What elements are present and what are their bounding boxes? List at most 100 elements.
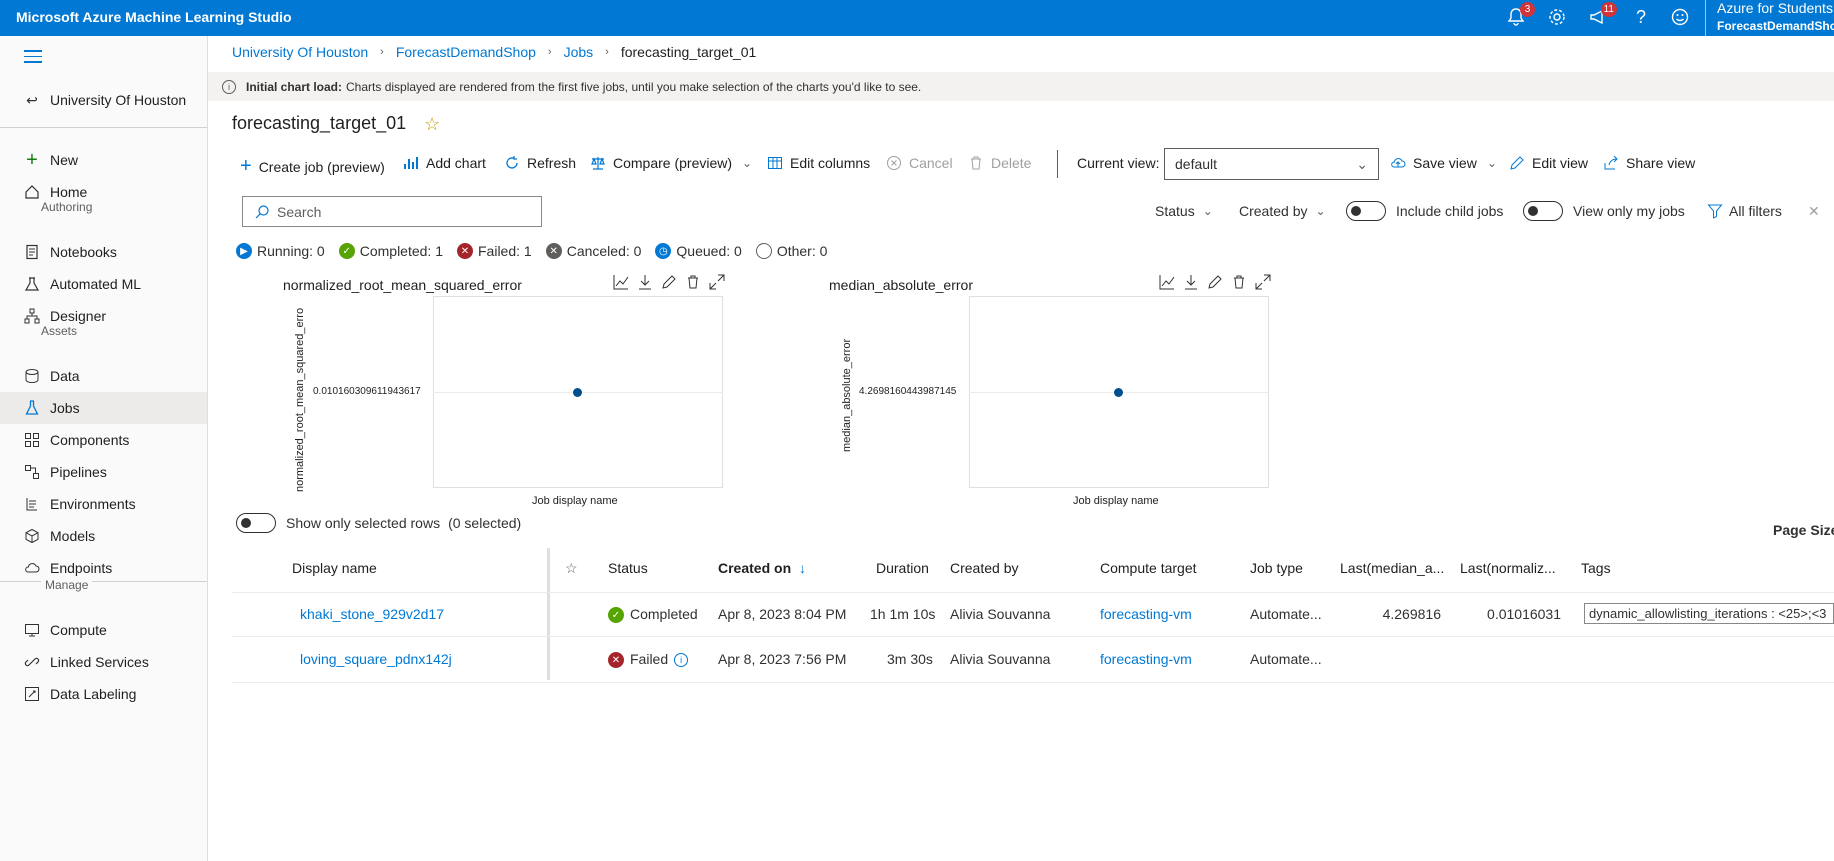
toggle-switch[interactable] (1346, 201, 1386, 221)
sidebar-divider (0, 127, 207, 128)
app-title[interactable]: Microsoft Azure Machine Learning Studio (16, 9, 292, 25)
refresh-button[interactable]: Refresh (504, 155, 576, 171)
sidebar-item-jobs[interactable]: Jobs (0, 392, 207, 424)
sidebar-item-new[interactable]: + New (0, 144, 207, 176)
job-duration: 1h 1m 10s (870, 606, 936, 622)
breadcrumb-workspace-link[interactable]: University Of Houston (232, 44, 368, 60)
sidebar-item-data[interactable]: Data (0, 360, 207, 392)
sidebar-item-notebooks[interactable]: Notebooks (0, 236, 207, 268)
settings-gear-icon[interactable] (1547, 7, 1569, 29)
column-header-job-type[interactable]: Job type (1250, 560, 1303, 576)
column-header-duration[interactable]: Duration (876, 560, 929, 576)
view-only-my-jobs-toggle[interactable]: View only my jobs (1523, 201, 1685, 221)
expand-icon[interactable] (709, 274, 725, 290)
toggle-switch[interactable] (1523, 201, 1563, 221)
table-row[interactable]: khaki_stone_929v2d17 ✓ Completed Apr 8, 2… (232, 592, 1834, 637)
info-icon[interactable]: i (674, 653, 689, 668)
status-other[interactable]: Other: 0 (755, 243, 827, 259)
pencil-icon[interactable] (1207, 274, 1223, 290)
download-icon[interactable] (637, 274, 653, 290)
all-filters-button[interactable]: All filters (1707, 203, 1782, 219)
column-header-compute-target[interactable]: Compute target (1100, 560, 1197, 576)
compute-target-link[interactable]: forecasting-vm (1100, 606, 1192, 622)
trash-icon[interactable] (685, 274, 701, 290)
status-canceled-label: Canceled: 0 (566, 243, 642, 259)
sidebar-item-components[interactable]: Components (0, 424, 207, 456)
create-job-button[interactable]: + Create job (preview) (240, 155, 385, 178)
column-header-last-normalized-rmse[interactable]: Last(normaliz... (1460, 560, 1556, 576)
status-filter-dropdown[interactable]: Status ⌄ (1155, 203, 1213, 219)
column-header-tags[interactable]: Tags (1581, 560, 1611, 576)
delete-button[interactable]: Delete (968, 155, 1031, 171)
breadcrumb-jobs-link[interactable]: Jobs (564, 44, 594, 60)
compute-target-link[interactable]: forecasting-vm (1100, 651, 1192, 667)
chart-title: median_absolute_error (829, 277, 973, 293)
job-created-on: Apr 8, 2023 7:56 PM (718, 651, 847, 667)
sidebar-item-data-labeling[interactable]: Data Labeling (0, 678, 207, 710)
hamburger-menu-icon[interactable] (24, 50, 42, 64)
sidebar-item-automated-ml[interactable]: Automated ML (0, 268, 207, 300)
breadcrumb-experiment-link[interactable]: ForecastDemandShop (396, 44, 536, 60)
chart-x-axis-label: Job display name (1073, 495, 1159, 507)
job-display-name-link[interactable]: khaki_stone_929v2d17 (300, 606, 444, 622)
show-selected-rows-toggle[interactable]: Show only selected rows (0 selected) (236, 513, 521, 533)
sidebar-item-environments[interactable]: Environments (0, 488, 207, 520)
column-header-created-on[interactable]: Created on ↓ (718, 560, 806, 576)
line-chart-icon[interactable] (613, 274, 629, 290)
favorite-column-star-icon[interactable]: ☆ (565, 560, 578, 577)
column-header-created-by[interactable]: Created by (950, 560, 1018, 576)
created-by-filter-dropdown[interactable]: Created by ⌄ (1239, 203, 1326, 219)
chart-data-point[interactable] (573, 388, 582, 397)
feedback-smiley-icon[interactable] (1670, 7, 1692, 29)
chart-data-point[interactable] (1114, 388, 1123, 397)
clear-filters-x-icon[interactable]: ✕ (1808, 203, 1820, 220)
sidebar-item-designer[interactable]: Designer (0, 300, 207, 332)
chart-y-tick: 0.010160309611943617 (313, 386, 421, 397)
expand-icon[interactable] (1255, 274, 1271, 290)
announcements-megaphone-icon[interactable]: 11 (1588, 2, 1617, 29)
sidebar-item-endpoints[interactable]: Endpoints (0, 552, 207, 584)
include-child-jobs-toggle[interactable]: Include child jobs (1346, 201, 1503, 221)
edit-columns-button[interactable]: Edit columns (767, 155, 870, 171)
sidebar-item-pipelines[interactable]: Pipelines (0, 456, 207, 488)
cancel-button[interactable]: Cancel (886, 155, 953, 171)
table-row[interactable]: loving_square_pdnx142j ✕ Failed i Apr 8, 2… (232, 638, 1834, 683)
notifications-icon[interactable]: 3 (1506, 2, 1535, 29)
status-failed[interactable]: ✕ Failed: 1 (457, 243, 532, 259)
job-tag-chip[interactable]: dynamic_allowlisting_iterations : <25>;<… (1584, 603, 1834, 624)
current-view-dropdown[interactable]: default ⌄ (1164, 148, 1379, 180)
help-icon[interactable]: ? (1630, 7, 1652, 29)
status-running[interactable]: ▶ Running: 0 (236, 243, 325, 259)
search-input[interactable]: Search (242, 196, 542, 227)
sidebar-item-compute[interactable]: Compute (0, 614, 207, 646)
pencil-icon[interactable] (661, 274, 677, 290)
edit-view-button[interactable]: Edit view (1509, 155, 1588, 171)
column-header-last-median-absolute-error[interactable]: Last(median_a... (1340, 560, 1444, 576)
sidebar-item-home[interactable]: Home (0, 176, 207, 208)
account-workspace[interactable]: ForecastDemandShop (1717, 19, 1834, 33)
save-view-button[interactable]: Save view ⌄ (1390, 155, 1497, 171)
status-completed[interactable]: ✓ Completed: 1 (338, 243, 443, 259)
toggle-switch[interactable] (236, 513, 276, 533)
sidebar-item-label: Pipelines (50, 464, 107, 480)
download-icon[interactable] (1183, 274, 1199, 290)
status-queued[interactable]: ◷ Queued: 0 (655, 243, 742, 259)
column-header-display-name[interactable]: Display name (292, 560, 377, 576)
favorite-star-icon[interactable]: ☆ (424, 114, 440, 135)
sidebar-item-linked-services[interactable]: Linked Services (0, 646, 207, 678)
sidebar-item-label: Endpoints (50, 560, 113, 576)
sidebar-item-models[interactable]: Models (0, 520, 207, 552)
info-message: Charts displayed are rendered from the f… (346, 79, 922, 94)
compare-button[interactable]: Compare (preview) ⌄ (590, 155, 752, 171)
add-chart-button[interactable]: Add chart (403, 155, 486, 171)
compare-scale-icon (590, 155, 606, 171)
share-view-button[interactable]: Share view (1603, 155, 1695, 171)
filter-funnel-icon (1707, 203, 1723, 219)
line-chart-icon[interactable] (1159, 274, 1175, 290)
sidebar-item-workspace[interactable]: ↩ University Of Houston (0, 84, 207, 116)
job-display-name-link[interactable]: loving_square_pdnx142j (300, 651, 452, 667)
trash-icon[interactable] (1231, 274, 1247, 290)
account-name[interactable]: Azure for Students (1717, 0, 1833, 16)
column-header-status[interactable]: Status (608, 560, 648, 576)
status-canceled[interactable]: ✕ Canceled: 0 (545, 243, 642, 259)
